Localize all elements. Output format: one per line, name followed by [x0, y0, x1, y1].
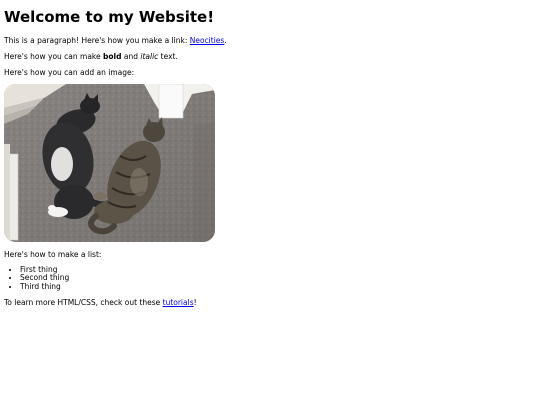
outro-text: To learn more HTML/CSS, check out these	[4, 297, 163, 307]
outro-paragraph: To learn more HTML/CSS, check out these …	[4, 298, 540, 307]
image-caption: Here's how you can add an image:	[4, 68, 135, 77]
list-item: Second thing	[20, 273, 540, 282]
list-item: Third thing	[20, 282, 540, 291]
tutorials-link[interactable]: tutorials	[163, 298, 194, 307]
emphasis-paragraph: Here's how you can make bold and italic …	[4, 52, 540, 61]
page-title: Welcome to my Website!	[4, 8, 215, 26]
bold-text: bold	[103, 52, 122, 61]
neocities-link[interactable]: Neocities	[190, 36, 225, 45]
italic-text: italic	[140, 52, 159, 61]
cats-photo	[4, 84, 215, 242]
emphasis-text-end: text.	[158, 52, 178, 61]
outro-exclamation: !	[193, 297, 197, 307]
intro-period: .	[224, 36, 227, 45]
bullet-list: First thing Second thing Third thing	[4, 265, 540, 291]
intro-text: This is a paragraph! Here's how you make…	[4, 36, 190, 45]
intro-paragraph: This is a paragraph! Here's how you make…	[4, 36, 540, 45]
list-intro: Here's how to make a list:	[4, 250, 102, 259]
emphasis-text-start: Here's how you can make	[4, 52, 103, 61]
list-item: First thing	[20, 265, 540, 274]
page-body: Welcome to my Website! This is a paragra…	[0, 0, 540, 405]
emphasis-text-middle: and	[121, 52, 141, 61]
cats-photo-drawing	[4, 84, 215, 242]
